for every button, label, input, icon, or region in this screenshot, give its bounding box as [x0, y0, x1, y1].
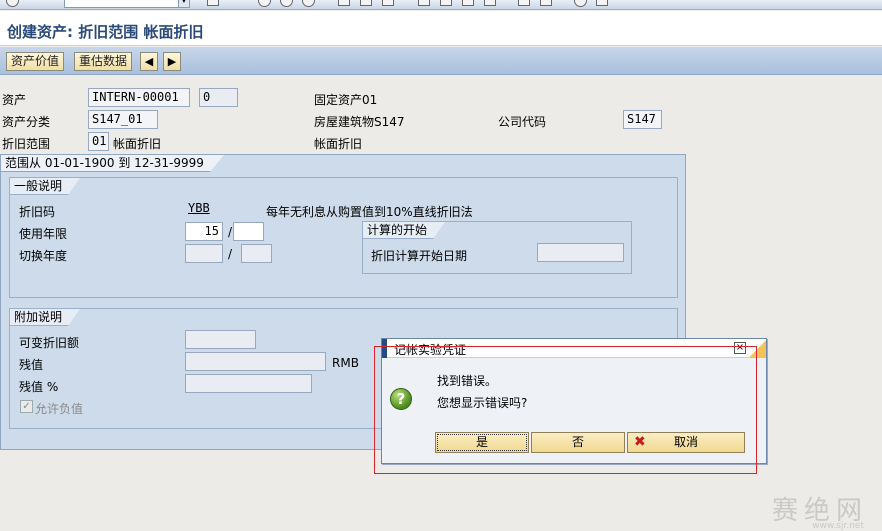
asset-class-label: 资产分类 — [2, 115, 51, 129]
layout-icon[interactable] — [596, 0, 608, 6]
find-next-icon[interactable] — [382, 0, 394, 6]
triangle-left-icon: ◀ — [144, 55, 154, 68]
first-page-icon[interactable] — [418, 0, 430, 6]
changeover-year-field[interactable] — [185, 244, 223, 263]
system-toolbar: ▼ — [0, 0, 882, 10]
changeover-slash: / — [228, 247, 233, 261]
asset-subnumber-field[interactable]: 0 — [199, 88, 238, 107]
application-toolbar: 资产价值 重估数据 ◀ ▶ — [0, 47, 882, 75]
last-page-icon[interactable] — [484, 0, 496, 6]
new-session-icon[interactable] — [518, 0, 530, 6]
next-page-icon[interactable] — [462, 0, 474, 6]
cancel-button[interactable]: ✖ 取消 — [627, 432, 745, 453]
command-field[interactable] — [64, 0, 190, 8]
page-title: 创建资产: 折旧范围 帐面折旧 — [7, 23, 204, 41]
triangle-right-icon: ▶ — [167, 55, 177, 68]
useful-life-periods-field[interactable] — [233, 222, 264, 241]
depr-area-name-2: 帐面折旧 — [314, 137, 363, 151]
company-code-field[interactable]: S147 — [623, 110, 662, 129]
changeover-year-label: 切换年度 — [19, 249, 68, 263]
dialog-message-line2: 您想显示错误吗? — [437, 396, 528, 410]
scrap-value-label: 残值 — [19, 358, 44, 372]
scrap-value-field[interactable] — [185, 352, 326, 371]
start-date-field[interactable] — [537, 243, 624, 262]
checkmark-icon: ✓ — [22, 401, 31, 412]
depr-area-label: 折旧范围 — [2, 137, 51, 151]
title-bar: 创建资产: 折旧范围 帐面折旧 — [0, 11, 882, 46]
asset-label: 资产 — [2, 93, 27, 107]
general-group: 一般说明 折旧码 YBB 每年无利息从购置值到10%直线折旧法 使用年限 15 … — [9, 177, 678, 298]
range-header: 范围从 01-01-1900 到 12-31-9999 — [1, 155, 224, 172]
dialog-message-line1: 找到错误。 — [437, 374, 498, 388]
close-icon[interactable]: × — [734, 342, 746, 354]
back-icon[interactable] — [258, 0, 271, 7]
scrap-pct-label: 残值 % — [19, 380, 59, 394]
allow-negative-checkbox[interactable]: ✓ — [20, 400, 33, 413]
start-calc-title: 计算的开始 — [363, 222, 445, 239]
cancel-button-label: 取消 — [673, 435, 698, 449]
question-icon: ? — [390, 388, 412, 410]
cancel-icon[interactable] — [302, 0, 315, 7]
depr-area-name: 帐面折旧 — [113, 137, 162, 151]
asset-number-field[interactable]: INTERN-00001 — [88, 88, 190, 107]
dialog-title: 记帐实验凭证 — [394, 343, 467, 357]
dialog-title-bar: 记帐实验凭证 × — [382, 339, 766, 358]
help-icon[interactable] — [574, 0, 587, 7]
find-icon[interactable] — [360, 0, 372, 6]
currency-label: RMB — [332, 356, 359, 370]
asset-class-description: 房屋建筑物S147 — [314, 115, 405, 129]
variable-depr-field[interactable] — [185, 330, 256, 349]
scrap-pct-field[interactable] — [185, 374, 312, 393]
depr-area-field[interactable]: 01 — [88, 132, 109, 151]
allow-negative-label: 允许负值 — [35, 402, 84, 416]
asset-value-button[interactable]: 资产价值 — [6, 52, 65, 71]
previous-button[interactable]: ◀ — [140, 52, 158, 71]
revaluation-button[interactable]: 重估数据 — [74, 52, 133, 71]
depr-key-label: 折旧码 — [19, 205, 56, 219]
save-icon[interactable] — [207, 0, 219, 6]
dialog-accent-bar — [382, 339, 387, 358]
depr-key-description: 每年无利息从购置值到10%直线折旧法 — [266, 205, 473, 219]
company-code-label: 公司代码 — [498, 115, 547, 129]
useful-life-slash: / — [228, 225, 233, 239]
no-button[interactable]: 否 — [531, 432, 625, 453]
next-button[interactable]: ▶ — [163, 52, 181, 71]
watermark-url: www.sjr.net — [812, 521, 864, 531]
asset-description: 固定资产01 — [314, 93, 378, 107]
exit-icon[interactable] — [280, 0, 293, 7]
yes-button[interactable]: 是 — [435, 432, 529, 453]
command-dropdown-icon[interactable]: ▼ — [178, 0, 190, 8]
cancel-x-icon: ✖ — [634, 434, 646, 450]
prev-page-icon[interactable] — [440, 0, 452, 6]
depr-key-field[interactable]: YBB — [185, 200, 223, 219]
shortcut-icon[interactable] — [540, 0, 552, 6]
asset-class-field[interactable]: S147_01 — [88, 110, 158, 129]
post-test-dialog: 记帐实验凭证 × ? 找到错误。 您想显示错误吗? 是 否 ✖ 取消 — [381, 338, 767, 464]
start-date-label: 折旧计算开始日期 — [371, 249, 468, 263]
dialog-corner-decoration — [750, 339, 766, 358]
useful-life-years-field[interactable]: 15 — [185, 222, 223, 241]
enter-icon[interactable] — [6, 0, 19, 7]
additional-group-title: 附加说明 — [10, 309, 80, 326]
variable-depr-label: 可变折旧额 — [19, 336, 80, 350]
changeover-period-field[interactable] — [241, 244, 272, 263]
start-calc-group: 计算的开始 折旧计算开始日期 — [362, 221, 632, 274]
general-group-title: 一般说明 — [10, 178, 80, 195]
useful-life-label: 使用年限 — [19, 227, 68, 241]
print-icon[interactable] — [338, 0, 350, 6]
